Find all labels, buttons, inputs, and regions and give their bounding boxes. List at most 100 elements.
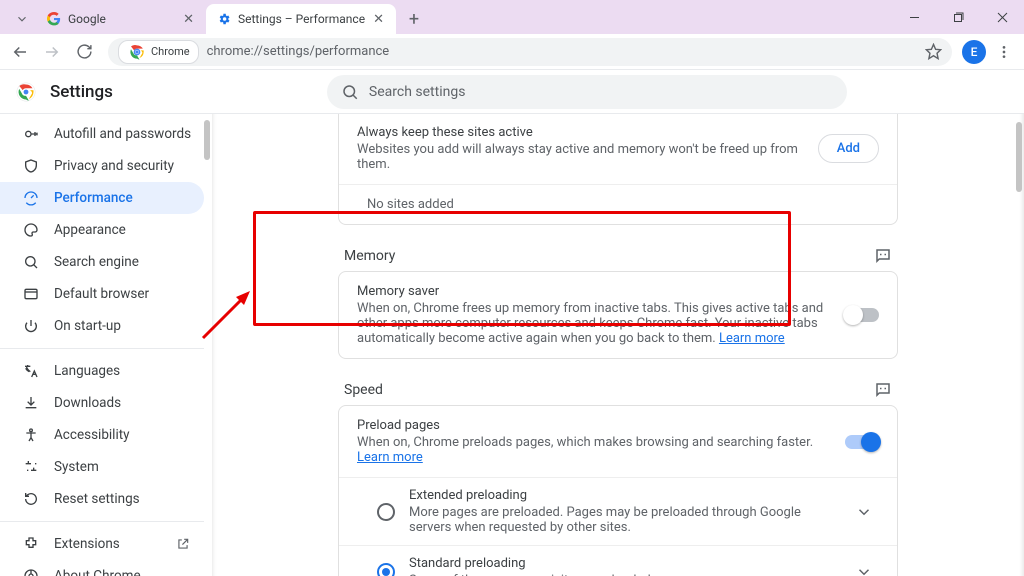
memory-heading: Memory <box>344 248 395 264</box>
preload-learn-more-link[interactable]: Learn more <box>357 450 423 465</box>
tab-close-icon[interactable]: ✕ <box>181 12 196 27</box>
standard-radio[interactable] <box>377 563 395 576</box>
search-icon <box>22 254 40 270</box>
browser-toolbar: Chrome chrome://settings/performance E <box>0 34 1024 70</box>
always-active-header: Always keep these sites active Websites … <box>339 114 897 184</box>
sidebar-item-appearance[interactable]: Appearance <box>0 214 204 246</box>
download-icon <box>22 395 40 411</box>
accessibility-icon <box>22 427 40 443</box>
standard-title: Standard preloading <box>409 556 835 571</box>
external-link-icon <box>176 537 190 551</box>
speed-heading: Speed <box>344 382 383 398</box>
sidebar-item-autofill[interactable]: Autofill and passwords <box>0 118 204 150</box>
sidebar-divider <box>0 348 204 349</box>
tab-title: Settings – Performance <box>238 12 365 26</box>
settings-body: Autofill and passwords Privacy and secur… <box>0 114 1024 576</box>
feedback-icon[interactable] <box>874 247 892 265</box>
new-tab-button[interactable]: + <box>400 5 428 33</box>
preload-row: Preload pages When on, Chrome preloads p… <box>339 406 897 477</box>
always-active-desc: Websites you add will always stay active… <box>357 142 806 172</box>
tab-close-icon[interactable]: ✕ <box>371 12 386 27</box>
preload-title: Preload pages <box>357 418 833 433</box>
always-active-empty: No sites added <box>339 184 897 224</box>
sidebar-item-performance[interactable]: Performance <box>0 182 204 214</box>
sidebar-item-downloads[interactable]: Downloads <box>0 387 204 419</box>
system-icon <box>22 459 40 475</box>
chrome-logo-icon <box>16 82 36 102</box>
speedometer-icon <box>22 190 40 206</box>
settings-favicon <box>216 11 232 27</box>
memory-learn-more-link[interactable]: Learn more <box>719 331 785 346</box>
reload-button[interactable] <box>70 38 98 66</box>
palette-icon <box>22 222 40 238</box>
address-bar[interactable]: Chrome chrome://settings/performance <box>108 38 952 66</box>
settings-header: Settings Search settings <box>0 70 1024 114</box>
tab-search-dropdown[interactable] <box>8 4 36 34</box>
chrome-icon <box>22 568 40 576</box>
sidebar-item-about[interactable]: About Chrome <box>0 560 204 576</box>
always-active-card: Always keep these sites active Websites … <box>338 114 898 225</box>
browser-tab-settings[interactable]: Settings – Performance ✕ <box>206 4 396 34</box>
content-shadow-left <box>212 114 219 576</box>
search-placeholder: Search settings <box>369 84 466 100</box>
memory-saver-title: Memory saver <box>357 284 833 299</box>
browser-tab-google[interactable]: Google ✕ <box>36 4 206 34</box>
sidebar-item-startup[interactable]: On start-up <box>0 310 204 342</box>
memory-saver-desc: When on, Chrome frees up memory from ina… <box>357 301 833 346</box>
add-button[interactable]: Add <box>818 134 879 163</box>
translate-icon <box>22 363 40 379</box>
memory-saver-card: Memory saver When on, Chrome frees up me… <box>338 271 898 359</box>
site-chip-label: Chrome <box>151 45 190 58</box>
feedback-icon[interactable] <box>874 381 892 399</box>
standard-preloading-option[interactable]: Standard preloading Some of the pages yo… <box>339 545 897 576</box>
always-active-title: Always keep these sites active <box>357 125 806 140</box>
memory-saver-row: Memory saver When on, Chrome frees up me… <box>339 272 897 358</box>
sidebar-item-system[interactable]: System <box>0 451 204 483</box>
settings-search[interactable]: Search settings <box>327 75 847 109</box>
shield-icon <box>22 158 40 174</box>
google-favicon <box>46 11 62 27</box>
speed-section-head: Speed <box>338 373 898 405</box>
back-button[interactable] <box>6 38 34 66</box>
sidebar-item-extensions[interactable]: Extensions <box>0 528 204 560</box>
extended-title: Extended preloading <box>409 488 835 503</box>
sidebar-item-privacy[interactable]: Privacy and security <box>0 150 204 182</box>
preload-desc: When on, Chrome preloads pages, which ma… <box>357 435 833 465</box>
settings-sidebar: Autofill and passwords Privacy and secur… <box>0 114 212 576</box>
page-title: Settings <box>50 82 113 102</box>
content-scrollbar[interactable] <box>1016 122 1022 192</box>
chevron-down-icon[interactable] <box>849 559 879 576</box>
autofill-icon <box>22 126 40 142</box>
chevron-down-icon[interactable] <box>849 499 879 525</box>
window-controls <box>892 0 1024 34</box>
sidebar-item-search-engine[interactable]: Search engine <box>0 246 204 278</box>
sidebar-scrollbar[interactable] <box>204 120 210 160</box>
window-maximize-button[interactable] <box>936 0 980 34</box>
memory-section-head: Memory <box>338 239 898 271</box>
site-chip: Chrome <box>118 40 199 64</box>
forward-button[interactable] <box>38 38 66 66</box>
url-text: chrome://settings/performance <box>207 44 390 59</box>
tab-title: Google <box>68 12 175 26</box>
sidebar-item-accessibility[interactable]: Accessibility <box>0 419 204 451</box>
preload-card: Preload pages When on, Chrome preloads p… <box>338 405 898 576</box>
window-close-button[interactable] <box>980 0 1024 34</box>
extended-desc: More pages are preloaded. Pages may be p… <box>409 505 835 535</box>
browser-tab-strip: Google ✕ Settings – Performance ✕ + <box>0 0 1024 34</box>
memory-saver-toggle[interactable] <box>845 308 879 322</box>
settings-content: Always keep these sites active Websites … <box>212 114 1024 576</box>
sidebar-item-default-browser[interactable]: Default browser <box>0 278 204 310</box>
content-shadow-right <box>1010 114 1024 576</box>
power-icon <box>22 318 40 334</box>
preload-toggle[interactable] <box>845 435 879 449</box>
extended-radio[interactable] <box>377 503 395 521</box>
kebab-menu-icon[interactable] <box>990 38 1018 66</box>
sidebar-divider <box>0 521 204 522</box>
profile-avatar[interactable]: E <box>962 40 986 64</box>
extended-preloading-option[interactable]: Extended preloading More pages are prelo… <box>339 477 897 545</box>
browser-icon <box>22 286 40 302</box>
sidebar-item-reset[interactable]: Reset settings <box>0 483 204 515</box>
bookmark-star-icon[interactable] <box>925 43 942 60</box>
window-minimize-button[interactable] <box>892 0 936 34</box>
sidebar-item-languages[interactable]: Languages <box>0 355 204 387</box>
